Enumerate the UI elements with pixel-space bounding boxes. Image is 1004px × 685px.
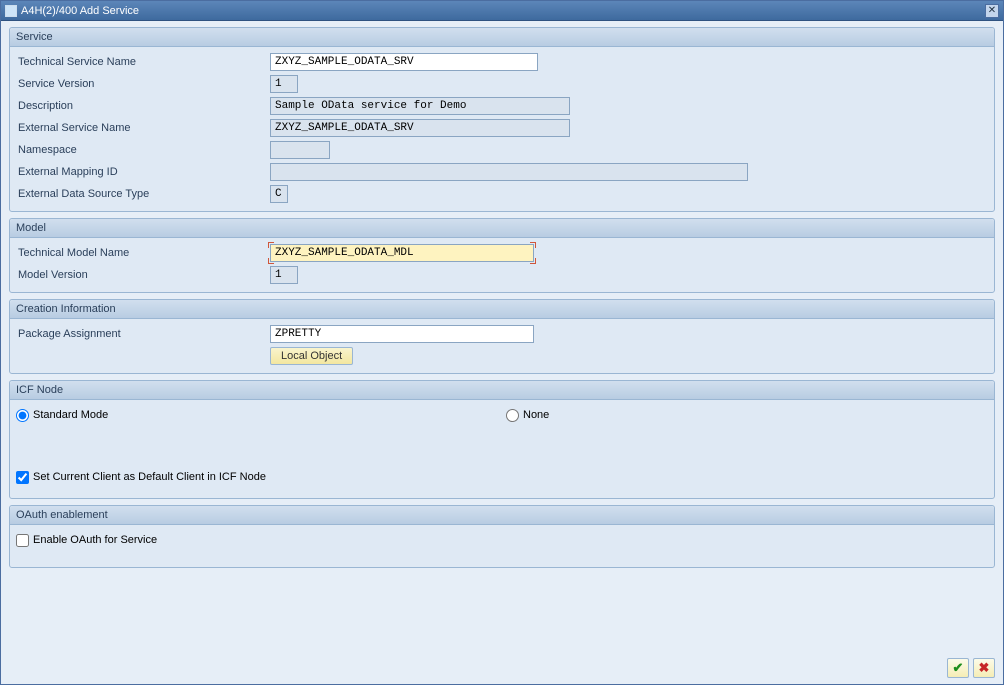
local-object-button[interactable]: Local Object <box>270 347 353 365</box>
close-icon[interactable]: ✕ <box>985 4 999 18</box>
radio-none-input[interactable] <box>506 409 519 422</box>
window-icon <box>5 5 17 17</box>
input-ext-service-name <box>270 119 570 137</box>
panel-service-header: Service <box>10 28 994 47</box>
panel-icf: ICF Node Standard Mode None <box>9 380 995 499</box>
label-package-assignment: Package Assignment <box>16 328 264 340</box>
radio-standard-mode-label: Standard Mode <box>33 409 108 421</box>
dialog-window: A4H(2)/400 Add Service ✕ Service Technic… <box>0 0 1004 685</box>
checkbox-default-client-input[interactable] <box>16 471 29 484</box>
label-description: Description <box>16 100 264 112</box>
titlebar: A4H(2)/400 Add Service ✕ <box>1 1 1003 21</box>
ok-button[interactable]: ✔ <box>947 658 969 678</box>
label-service-version: Service Version <box>16 78 264 90</box>
checkbox-default-client[interactable]: Set Current Client as Default Client in … <box>16 471 266 484</box>
input-ext-ds-type <box>270 185 288 203</box>
input-ext-mapping-id <box>270 163 748 181</box>
content-area: Service Technical Service Name Service V… <box>1 21 1003 654</box>
checkbox-enable-oauth[interactable]: Enable OAuth for Service <box>16 534 157 547</box>
input-namespace <box>270 141 330 159</box>
input-tech-model-name[interactable] <box>270 244 534 262</box>
input-model-version <box>270 266 298 284</box>
panel-service: Service Technical Service Name Service V… <box>9 27 995 212</box>
panel-creation-header: Creation Information <box>10 300 994 319</box>
input-service-version <box>270 75 298 93</box>
input-package-assignment[interactable] <box>270 325 534 343</box>
checkbox-default-client-label: Set Current Client as Default Client in … <box>33 471 266 483</box>
label-ext-service-name: External Service Name <box>16 122 264 134</box>
label-ext-mapping-id: External Mapping ID <box>16 166 264 178</box>
action-bar: ✔ ✖ <box>1 654 1003 684</box>
label-tech-service-name: Technical Service Name <box>16 56 264 68</box>
input-description <box>270 97 570 115</box>
window-title: A4H(2)/400 Add Service <box>21 5 139 17</box>
checkbox-enable-oauth-label: Enable OAuth for Service <box>33 534 157 546</box>
cancel-button[interactable]: ✖ <box>973 658 995 678</box>
label-tech-model-name: Technical Model Name <box>16 247 264 259</box>
panel-creation: Creation Information Package Assignment … <box>9 299 995 374</box>
panel-oauth-header: OAuth enablement <box>10 506 994 525</box>
label-ext-ds-type: External Data Source Type <box>16 188 264 200</box>
label-namespace: Namespace <box>16 144 264 156</box>
panel-model-header: Model <box>10 219 994 238</box>
panel-icf-header: ICF Node <box>10 381 994 400</box>
radio-none[interactable]: None <box>506 409 549 422</box>
panel-oauth: OAuth enablement Enable OAuth for Servic… <box>9 505 995 568</box>
input-tech-service-name[interactable] <box>270 53 538 71</box>
label-model-version: Model Version <box>16 269 264 281</box>
panel-model: Model Technical Model Name Model Version <box>9 218 995 293</box>
radio-none-label: None <box>523 409 549 421</box>
radio-standard-mode-input[interactable] <box>16 409 29 422</box>
radio-standard-mode[interactable]: Standard Mode <box>16 409 506 422</box>
checkbox-enable-oauth-input[interactable] <box>16 534 29 547</box>
